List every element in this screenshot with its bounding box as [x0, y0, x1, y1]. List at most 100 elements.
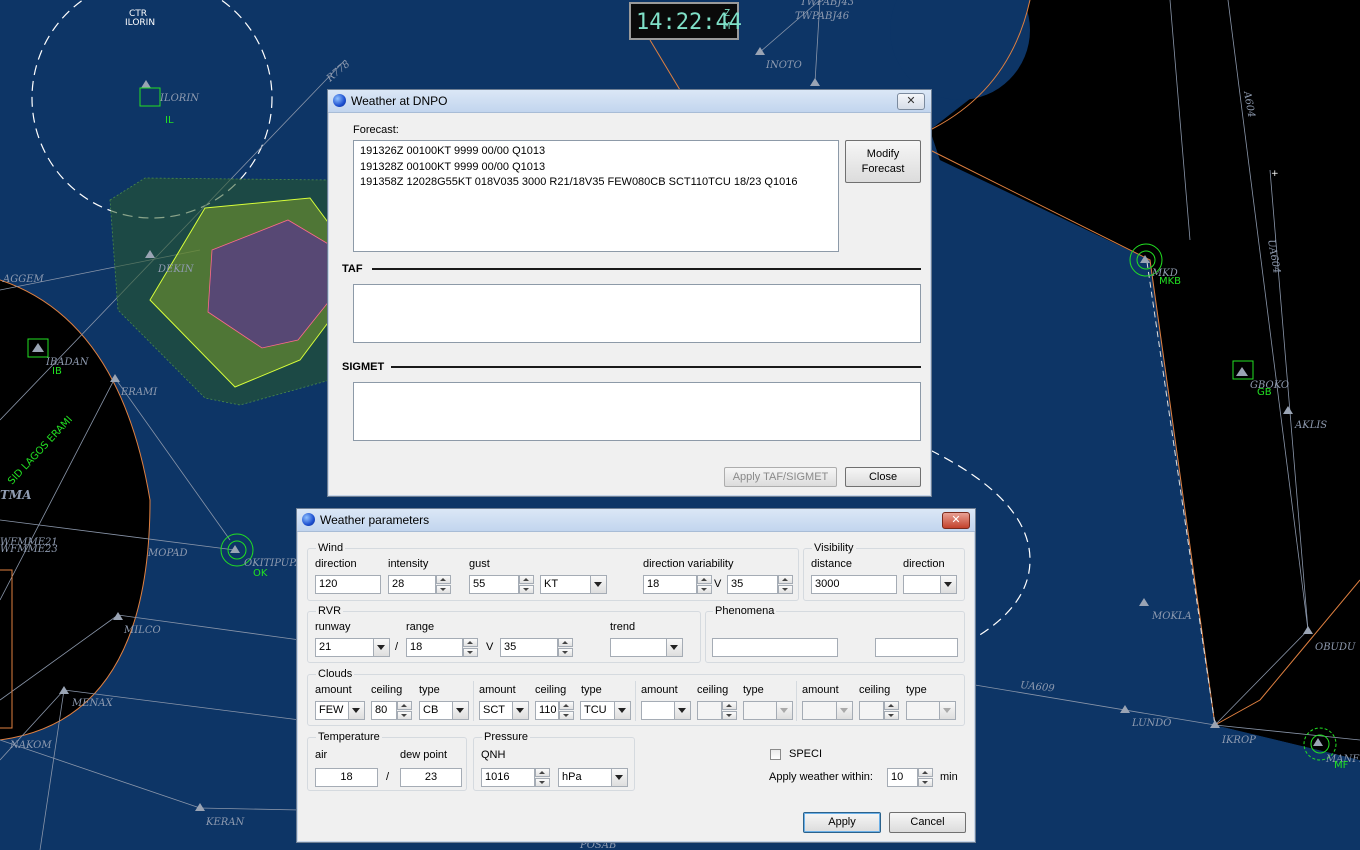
map-label-mkb: MKB [1159, 276, 1181, 287]
clock-m: M [724, 21, 731, 32]
variability-v-label: V [714, 578, 722, 590]
map-label-aklis: AKLIS [1294, 420, 1327, 431]
cloud-type-select-3[interactable] [743, 701, 793, 720]
cloud-ceiling-label: ceiling [371, 684, 403, 696]
rvr-range-from-field[interactable]: 18 [406, 638, 463, 657]
cloud-ceiling-label: ceiling [535, 684, 567, 696]
chevron-down-icon [776, 702, 792, 719]
wind-unit-select[interactable]: KT [540, 575, 607, 594]
qnh-field[interactable]: 1016 [481, 768, 535, 787]
chevron-down-icon [452, 702, 468, 719]
chevron-down-icon [666, 639, 682, 656]
cloud-amount-label: amount [641, 684, 678, 696]
clouds-divider [635, 681, 636, 721]
phenomena-field-2[interactable] [875, 638, 958, 657]
cloud-ceiling-label: ceiling [697, 684, 729, 696]
map-label-erami: ERAMI [120, 387, 158, 398]
wind-unit-value: KT [544, 578, 559, 590]
wind-intensity-spinner[interactable] [436, 575, 451, 594]
apply-taf-sigmet-button[interactable]: Apply TAF/SIGMET [724, 467, 837, 487]
cloud-amount-select-1[interactable]: FEW [315, 701, 365, 720]
map-label-mmf23: WFMME23 [0, 544, 58, 555]
temperature-air-field[interactable]: 18 [315, 768, 378, 787]
sigmet-divider [391, 366, 921, 368]
visibility-distance-field[interactable]: 3000 [811, 575, 897, 594]
rvr-trend-label: trend [610, 621, 636, 633]
cloud-amount-select-4[interactable] [802, 701, 853, 720]
cloud-ceiling-spinner-3[interactable] [722, 701, 737, 720]
close-button[interactable]: Close [845, 467, 921, 487]
cloud-ceiling-field-4[interactable] [859, 701, 884, 720]
chevron-down-icon [590, 576, 606, 593]
cloud-type-select-1[interactable]: CB [419, 701, 469, 720]
taf-label: TAF [342, 263, 363, 275]
cloud-amount-select-3[interactable] [641, 701, 691, 720]
app-globe-icon [302, 513, 315, 526]
rvr-range-to-field[interactable]: 35 [500, 638, 558, 657]
variability-to-spinner[interactable] [778, 575, 793, 594]
cloud-type-select-2[interactable]: TCU [580, 701, 631, 720]
chevron-down-icon [674, 702, 690, 719]
forecast-line: 191328Z 00100KT 9999 00/00 Q1013 [360, 160, 546, 173]
map-label-mokla: MOKLA [1151, 611, 1192, 622]
cloud-type-label: type [419, 684, 440, 696]
cloud-ceiling-spinner-4[interactable] [884, 701, 899, 720]
cloud-ceiling-field-1[interactable]: 80 [371, 701, 397, 720]
map-label-ikrop: IKROP [1221, 735, 1256, 746]
wind-gust-spinner[interactable] [519, 575, 534, 594]
speci-checkbox[interactable] [770, 749, 781, 760]
map-label-inoto: INOTO [765, 60, 802, 71]
cloud-type-label: type [906, 684, 927, 696]
wind-gust-field[interactable]: 55 [469, 575, 519, 594]
variability-from-spinner[interactable] [697, 575, 712, 594]
dew-point-field[interactable]: 23 [400, 768, 462, 787]
cancel-button[interactable]: Cancel [889, 812, 966, 833]
visibility-group-title: Visibility [812, 542, 856, 554]
wind-direction-field[interactable]: 120 [315, 575, 381, 594]
wind-gust-label: gust [469, 558, 490, 570]
forecast-textarea[interactable]: 191326Z 00100KT 9999 00/00 Q1013 191328Z… [353, 140, 839, 252]
speci-label: SPECI [789, 748, 823, 760]
rvr-trend-select[interactable] [610, 638, 683, 657]
variability-to-field[interactable]: 35 [727, 575, 778, 594]
taf-textarea[interactable] [353, 284, 921, 343]
cloud-amount-label: amount [802, 684, 839, 696]
cloud-ceiling-spinner-2[interactable] [559, 701, 574, 720]
wind-group-title: Wind [316, 542, 346, 554]
modify-forecast-button[interactable]: Modify Forecast [845, 140, 921, 183]
apply-button[interactable]: Apply [803, 812, 881, 833]
rvr-range-from-spinner[interactable] [463, 638, 478, 657]
cloud-ceiling-field-2[interactable]: 110 [535, 701, 559, 720]
apply-within-spinner[interactable] [918, 768, 933, 787]
pressure-unit-select[interactable]: hPa [558, 768, 628, 787]
rvr-range-to-spinner[interactable] [558, 638, 573, 657]
apply-within-field[interactable]: 10 [887, 768, 918, 787]
cloud-amount-select-2[interactable]: SCT [479, 701, 529, 720]
chevron-down-icon [939, 702, 955, 719]
app-globe-icon [333, 94, 346, 107]
close-icon[interactable]: ✕ [897, 93, 925, 110]
direction-variability-label: direction variability [643, 558, 734, 570]
weather-dialog: Weather at DNPO ✕ Forecast: 191326Z 0010… [327, 89, 932, 497]
qnh-spinner[interactable] [535, 768, 550, 787]
params-dialog-titlebar[interactable]: Weather parameters ✕ [297, 509, 975, 532]
weather-dialog-titlebar[interactable]: Weather at DNPO ✕ [328, 90, 931, 113]
cloud-ceiling-spinner-1[interactable] [397, 701, 412, 720]
variability-from-field[interactable]: 18 [643, 575, 697, 594]
cloud-ceiling-field-3[interactable] [697, 701, 722, 720]
sigmet-textarea[interactable] [353, 382, 921, 441]
visibility-direction-select[interactable] [903, 575, 957, 594]
wind-intensity-field[interactable]: 28 [388, 575, 436, 594]
rvr-runway-value: 21 [319, 641, 332, 653]
map-label-menax: MENAX [71, 698, 114, 709]
dew-point-label: dew point [400, 749, 448, 761]
cloud-type-select-4[interactable] [906, 701, 956, 720]
qnh-label: QNH [481, 749, 506, 761]
rvr-runway-select[interactable]: 21 [315, 638, 390, 657]
params-dialog-title: Weather parameters [320, 513, 430, 527]
cloud-amount-value: SCT [483, 704, 505, 716]
phenomena-field-1[interactable] [712, 638, 838, 657]
cloud-type-value: TCU [584, 704, 607, 716]
clouds-group-title: Clouds [316, 668, 355, 680]
close-icon[interactable]: ✕ [942, 512, 970, 529]
